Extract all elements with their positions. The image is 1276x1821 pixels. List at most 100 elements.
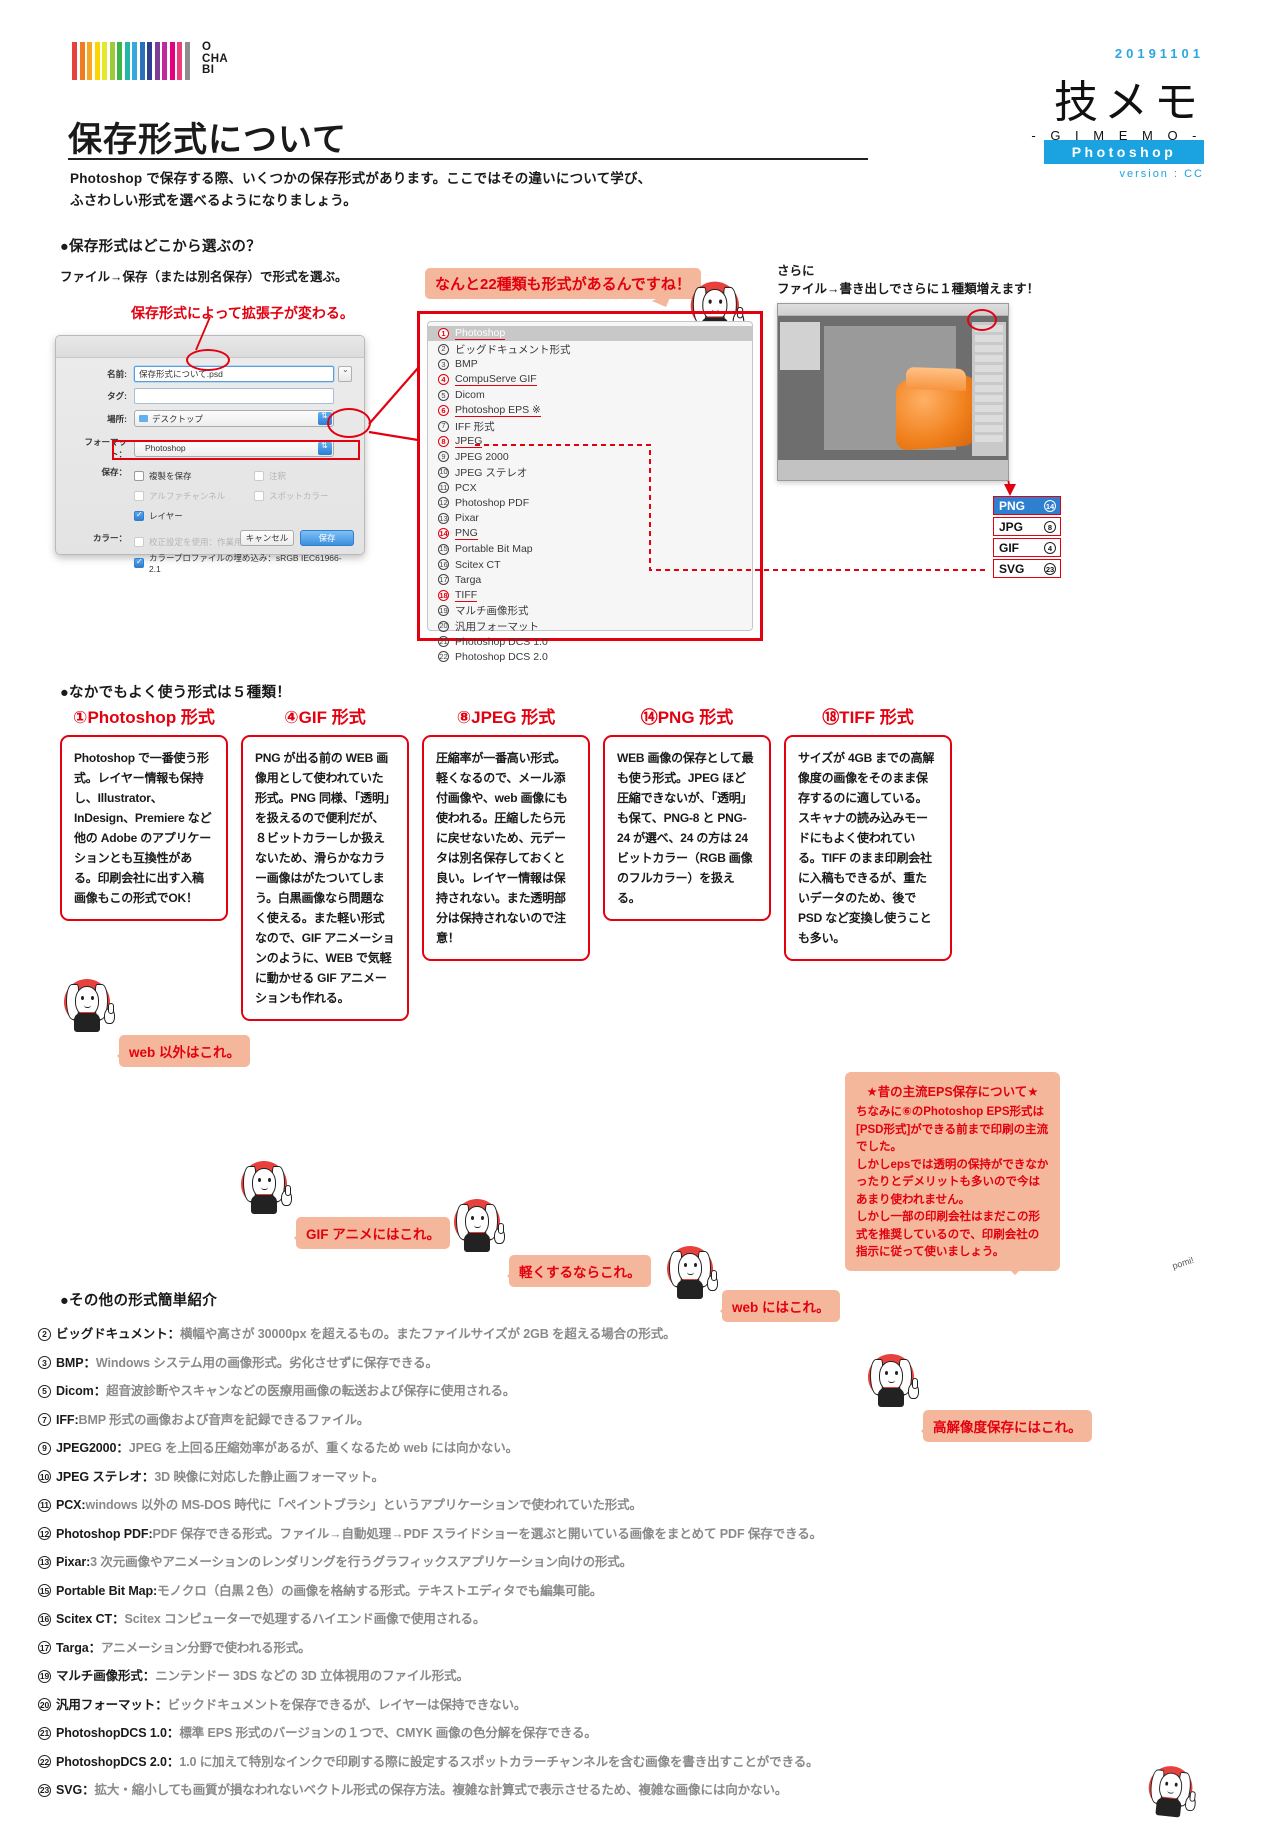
export-badge-svg[interactable]: SVG 23: [993, 559, 1061, 578]
section2-heading: ●なかでもよく使う形式は５種類！: [60, 685, 292, 701]
format-number-badge: 6: [438, 405, 449, 417]
other-format-desc: 超音波診断やスキャンなどの医療用画像の転送および保存に使用される。: [106, 1384, 516, 1398]
format-list-item[interactable]: 2 ビッグドキュメント形式: [428, 341, 752, 356]
format-number-badge: 7: [438, 420, 449, 432]
format-list-item[interactable]: 10 JPEG ステレオ: [428, 465, 752, 480]
checkbox-alpha-channel[interactable]: アルファチャンネル: [134, 490, 254, 502]
export-note: さらに ファイル→書き出しでさらに１種類増えます！: [777, 262, 1039, 298]
format-list-item[interactable]: 9 JPEG 2000: [428, 449, 752, 464]
format-name: TIFF: [455, 588, 478, 602]
format-list-item[interactable]: 18 TIFF: [428, 588, 752, 603]
save-button[interactable]: 保存: [300, 530, 354, 546]
extension-note: 保存形式によって拡張子が変わる。: [131, 305, 354, 321]
place-label: 場所:: [107, 413, 127, 424]
place-select[interactable]: デスクトップ: [134, 410, 334, 427]
other-format-number: 20: [38, 1698, 51, 1712]
other-format-number: 9: [38, 1441, 51, 1455]
checkbox-box: [134, 510, 144, 521]
other-format-desc: Windows システム用の画像形式。劣化させずに保存できる。: [95, 1355, 438, 1370]
format-list-item[interactable]: 12 Photoshop PDF: [428, 495, 752, 510]
other-format-desc: 3 次元画像やアニメーションのレンダリングを行うグラフィックスアプリケーション向…: [90, 1555, 633, 1569]
name-input[interactable]: 保存形式について.psd: [134, 366, 334, 382]
other-format-number: 16: [38, 1612, 51, 1626]
format-list-item[interactable]: 16 Scitex CT: [428, 557, 752, 572]
format-number-badge: 21: [438, 636, 449, 647]
mascot-card-2: [239, 1160, 295, 1216]
other-format-number: 5: [38, 1384, 51, 1398]
card-body: WEB 画像の保存として最も使う形式。JPEG ほど圧縮できないが、「透明」も保…: [603, 735, 771, 921]
issue-date: 20191101: [1114, 46, 1204, 61]
place-value: デスクトップ: [152, 413, 204, 424]
checkbox-embed-profile[interactable]: カラープロファイルの埋め込み：sRGB IEC61966-2.1: [134, 552, 352, 574]
checkbox-box: [254, 491, 264, 501]
export-badge-png[interactable]: PNG 14: [993, 496, 1061, 515]
format-list-item[interactable]: 7 IFF 形式: [428, 418, 752, 433]
checkbox-layers[interactable]: レイヤー: [134, 510, 352, 522]
screenshot-footer: [778, 460, 1008, 480]
format-list-item[interactable]: 15 Portable Bit Map: [428, 541, 752, 556]
format-number-badge: 5: [438, 389, 449, 401]
export-note-line-2: ファイル→書き出しでさらに１種類増えます！: [777, 282, 1040, 296]
format-name: Photoshop EPS ※: [455, 404, 541, 418]
logo-color-bars: [72, 42, 192, 80]
format-cards-row: ①Photoshop 形式 Photoshop で一番使う形式。レイヤー情報も保…: [60, 703, 1220, 1021]
other-format-number: 17: [38, 1641, 51, 1655]
other-format-item: 7 IFF:BMP 形式の画像および音声を記録できるファイル。: [38, 1406, 1238, 1435]
format-list-item[interactable]: 6 Photoshop EPS ※: [428, 403, 752, 418]
format-list-item[interactable]: 21 Photoshop DCS 1.0: [428, 634, 752, 649]
format-number-badge: 22: [438, 651, 449, 663]
export-badge-gif[interactable]: GIF 4: [993, 538, 1061, 557]
say-text: web にはこれ。: [732, 1300, 830, 1315]
format-list-item[interactable]: 1 Photoshop: [428, 326, 752, 342]
other-format-desc: PDF 保存できる形式。ファイル→自動処理→PDF スライドショーを選ぶと開いて…: [152, 1526, 823, 1541]
checkbox-spot-color[interactable]: スポットカラー: [254, 490, 329, 502]
format-name: Photoshop PDF: [455, 496, 530, 509]
format-list-item[interactable]: 17 Targa: [428, 572, 752, 587]
section3-heading: ●その他の形式簡単紹介: [60, 1293, 218, 1309]
say-text: web 以外はこれ。: [129, 1045, 241, 1060]
version-label: version : CC: [1119, 168, 1204, 180]
other-format-number: 2: [38, 1327, 51, 1341]
checkbox-save-copy[interactable]: 複製を保存: [134, 470, 254, 482]
format-list[interactable]: 1 Photoshop 2 ビッグドキュメント形式 3 BMP 4 CompuServe GI…: [427, 321, 753, 663]
export-badge-jpg[interactable]: JPG 8: [993, 517, 1061, 536]
card-title: ⑧JPEG 形式: [456, 708, 556, 727]
format-number-badge: 19: [438, 605, 449, 617]
format-list-item[interactable]: 8 JPEG: [428, 434, 752, 449]
format-list-item[interactable]: 20 汎用フォーマット: [428, 618, 752, 633]
format-number-badge: 11: [438, 482, 449, 494]
format-list-item[interactable]: 3 BMP: [428, 357, 752, 372]
format-list-item[interactable]: 4 CompuServe GIF: [428, 372, 752, 387]
other-format-desc: 拡大・縮小しても画質が損なわれないベクトル形式の保存方法。複雑な計算式で表示させ…: [94, 1783, 788, 1797]
format-number-badge: 14: [438, 528, 449, 540]
badge-number: 23: [1044, 563, 1056, 575]
other-format-number: 13: [38, 1555, 51, 1569]
format-number-badge: 13: [438, 512, 449, 524]
format-list-item[interactable]: 22 Photoshop DCS 2.0: [428, 649, 752, 664]
format-name: Photoshop: [455, 327, 506, 341]
cancel-button[interactable]: キャンセル: [240, 530, 294, 546]
format-list-item[interactable]: 11 PCX: [428, 480, 752, 495]
format-name: Dicom: [455, 389, 485, 402]
screenshot-canvas: [824, 326, 976, 451]
format-list-item[interactable]: 5 Dicom: [428, 388, 752, 403]
other-format-key: Targa：: [56, 1640, 102, 1655]
badge-label: GIF: [999, 540, 1019, 555]
format-number-badge: 12: [438, 497, 449, 509]
other-format-number: 23: [38, 1783, 51, 1797]
card-title: ⑱TIFF 形式: [822, 708, 914, 727]
format-number-badge: 15: [438, 543, 449, 555]
other-format-number: 15: [38, 1584, 51, 1598]
other-format-item: 22 PhotoshopDCS 2.0：1.0 に加えて特別なインクで印刷する際に…: [38, 1748, 1238, 1777]
other-format-item: 20 汎用フォーマット：ビックドキュメントを保存できるが、レイヤーは保持できない。: [38, 1691, 1238, 1720]
other-format-number: 19: [38, 1669, 51, 1683]
tag-input[interactable]: [134, 388, 334, 404]
name-history-dropdown[interactable]: [338, 365, 352, 382]
format-number-badge: 3: [438, 358, 449, 370]
format-name: マルチ画像形式: [455, 605, 529, 618]
checkbox-annotation[interactable]: 注釈: [254, 470, 286, 482]
format-list-item[interactable]: 19 マルチ画像形式: [428, 603, 752, 618]
card-body: サイズが 4GB までの高解像度の画像をそのまま保存するのに適している。スキャナ…: [784, 735, 952, 961]
format-list-item[interactable]: 13 Pixar: [428, 511, 752, 526]
format-list-item[interactable]: 14 PNG: [428, 526, 752, 541]
